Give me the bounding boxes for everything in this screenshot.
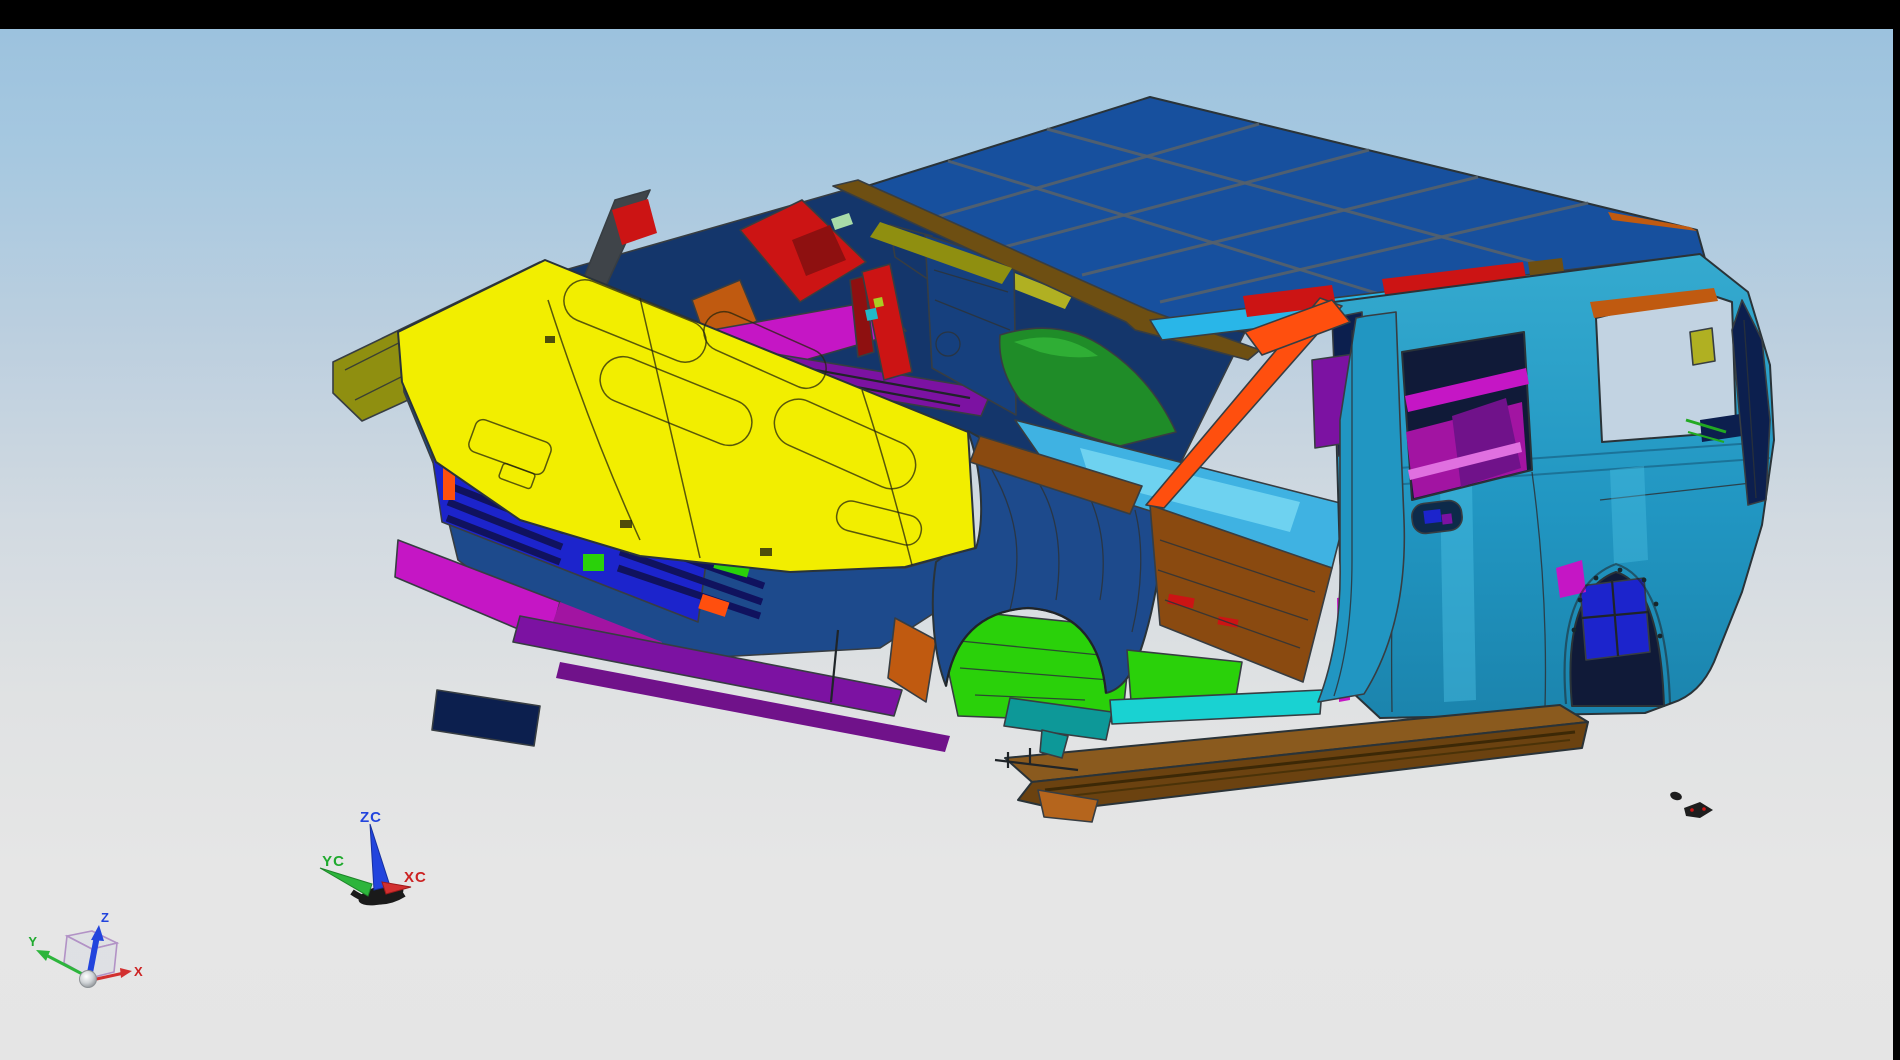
- wcs-y-label: YC: [322, 853, 345, 870]
- rear-door-window[interactable]: [1402, 332, 1532, 500]
- wcs-y-axis[interactable]: [320, 868, 372, 896]
- model-canvas[interactable]: ZC YC XC Z Y X: [0, 29, 1893, 1060]
- quarter-window[interactable]: [1590, 288, 1742, 442]
- abs-y-label: Y: [28, 934, 38, 949]
- right-black-bar: [1893, 0, 1900, 1060]
- cad-application-window: ZC YC XC Z Y X: [0, 0, 1900, 1060]
- wcs-z-axis[interactable]: [370, 824, 390, 890]
- car-body-model[interactable]: [333, 97, 1774, 822]
- absolute-triad[interactable]: Z Y X: [28, 910, 143, 988]
- csys-origin-sphere[interactable]: [80, 971, 97, 988]
- wcs-z-label: ZC: [360, 809, 382, 826]
- wcs-x-label: XC: [404, 869, 427, 886]
- debris-parts[interactable]: [1669, 790, 1713, 818]
- top-black-bar: [0, 0, 1900, 29]
- abs-z-label: Z: [101, 910, 110, 925]
- tow-bracket[interactable]: [432, 690, 540, 746]
- wcs-triad[interactable]: ZC YC XC: [320, 809, 427, 909]
- abs-x-label: X: [134, 964, 144, 979]
- viewport-3d[interactable]: ZC YC XC Z Y X: [0, 29, 1893, 1060]
- door-handle[interactable]: [1410, 499, 1463, 535]
